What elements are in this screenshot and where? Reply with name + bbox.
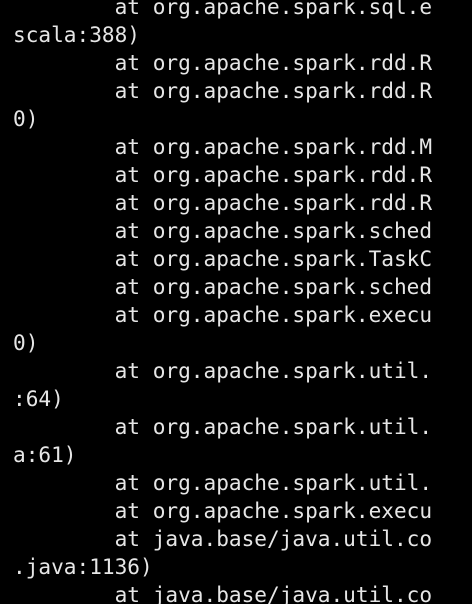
stack-trace-line: at org.apache.spark.rdd.R (13, 162, 433, 187)
stack-trace-line: at org.apache.spark.execu (13, 302, 433, 327)
stack-trace-line: :64) (13, 386, 64, 411)
stack-trace-line: at org.apache.spark.TaskC (13, 246, 433, 271)
stack-trace-line: at java.base/java.util.co (13, 526, 433, 551)
stack-trace-line: at org.apache.spark.rdd.M (13, 134, 433, 159)
stack-trace-line: at org.apache.spark.rdd.R (13, 50, 433, 75)
stack-trace-line: at java.base/java.util.co (13, 582, 433, 604)
terminal-window[interactable]: at org.apache.spark.sql.e scala:388) at … (0, 0, 472, 604)
stack-trace-line: .java:1136) (13, 554, 153, 579)
stack-trace-line: scala:388) (13, 22, 140, 47)
stack-trace-line: at org.apache.spark.util. (13, 358, 433, 383)
stack-trace-line: at org.apache.spark.util. (13, 414, 433, 439)
stack-trace-line: a:61) (13, 442, 77, 467)
stack-trace-line: at org.apache.spark.util. (13, 470, 433, 495)
stack-trace-line: at org.apache.spark.sql.e (13, 0, 433, 19)
terminal-output: at org.apache.spark.sql.e scala:388) at … (13, 0, 432, 604)
stack-trace-line: at org.apache.spark.sched (13, 218, 433, 243)
stack-trace-line: at org.apache.spark.rdd.R (13, 190, 433, 215)
stack-trace-line: at org.apache.spark.sched (13, 274, 433, 299)
stack-trace-line: 0) (13, 106, 39, 131)
stack-trace-line: at org.apache.spark.rdd.R (13, 78, 433, 103)
stack-trace-line: 0) (13, 330, 39, 355)
stack-trace-line: at org.apache.spark.execu (13, 498, 433, 523)
